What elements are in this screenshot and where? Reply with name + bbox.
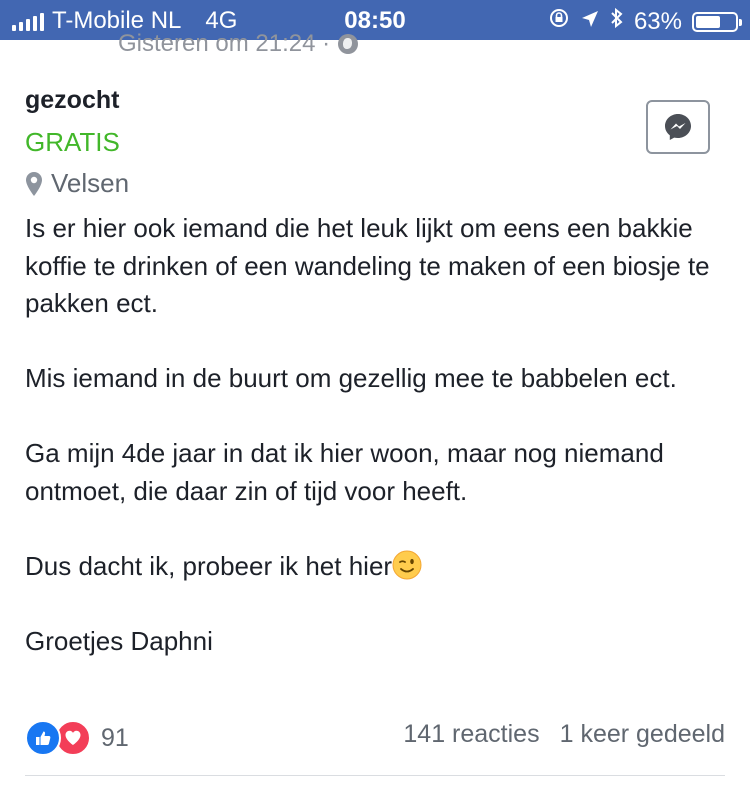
divider xyxy=(25,775,725,776)
battery-icon xyxy=(692,11,742,32)
description-paragraph: Groetjes Daphni xyxy=(25,625,213,656)
listing-title: gezocht xyxy=(25,86,120,114)
map-pin-icon xyxy=(26,171,42,196)
messenger-button[interactable] xyxy=(646,100,710,154)
description-paragraph-with-emoji: Dus dacht ik, probeer ik het hier xyxy=(25,548,725,586)
battery-percentage: 63% xyxy=(633,7,682,35)
messenger-icon xyxy=(665,114,691,140)
description-paragraph: Is er hier ook iemand die het leuk lijkt… xyxy=(25,213,710,318)
timestamp-text: Gisteren om 21:24 · xyxy=(118,30,331,57)
globe-icon xyxy=(338,34,359,54)
reaction-count: 91 xyxy=(101,723,129,752)
bluetooth-icon xyxy=(610,7,624,36)
status-bar: T-Mobile NL 4G 08:50 63% xyxy=(0,0,750,40)
shares-count-link[interactable]: 1 keer gedeeld xyxy=(560,720,725,749)
description-paragraph: Ga mijn 4de jaar in dat ik hier woon, ma… xyxy=(25,438,664,506)
description-text: Dus dacht ik, probeer ik het hier xyxy=(25,550,393,581)
thumbs-up-icon xyxy=(25,720,61,756)
comments-count-link[interactable]: 141 reacties xyxy=(403,720,539,749)
reactions-summary[interactable]: 91 xyxy=(25,720,129,756)
location-arrow-icon xyxy=(580,8,600,36)
post-footer: 91 141 reacties 1 keer gedeeld xyxy=(25,720,725,756)
description-paragraph: Mis iemand in de buurt om gezellig mee t… xyxy=(25,363,677,393)
lock-rotation-icon xyxy=(548,7,570,36)
listing-location: Velsen xyxy=(25,168,129,199)
winking-face-emoji xyxy=(392,550,422,579)
location-text: Velsen xyxy=(51,168,130,198)
listing-price: GRATIS xyxy=(25,127,120,157)
battery-level xyxy=(696,15,720,28)
post-timestamp: Gisteren om 21:24 · xyxy=(118,30,359,58)
listing-description: Is er hier ook iemand die het leuk lijkt… xyxy=(25,210,725,660)
